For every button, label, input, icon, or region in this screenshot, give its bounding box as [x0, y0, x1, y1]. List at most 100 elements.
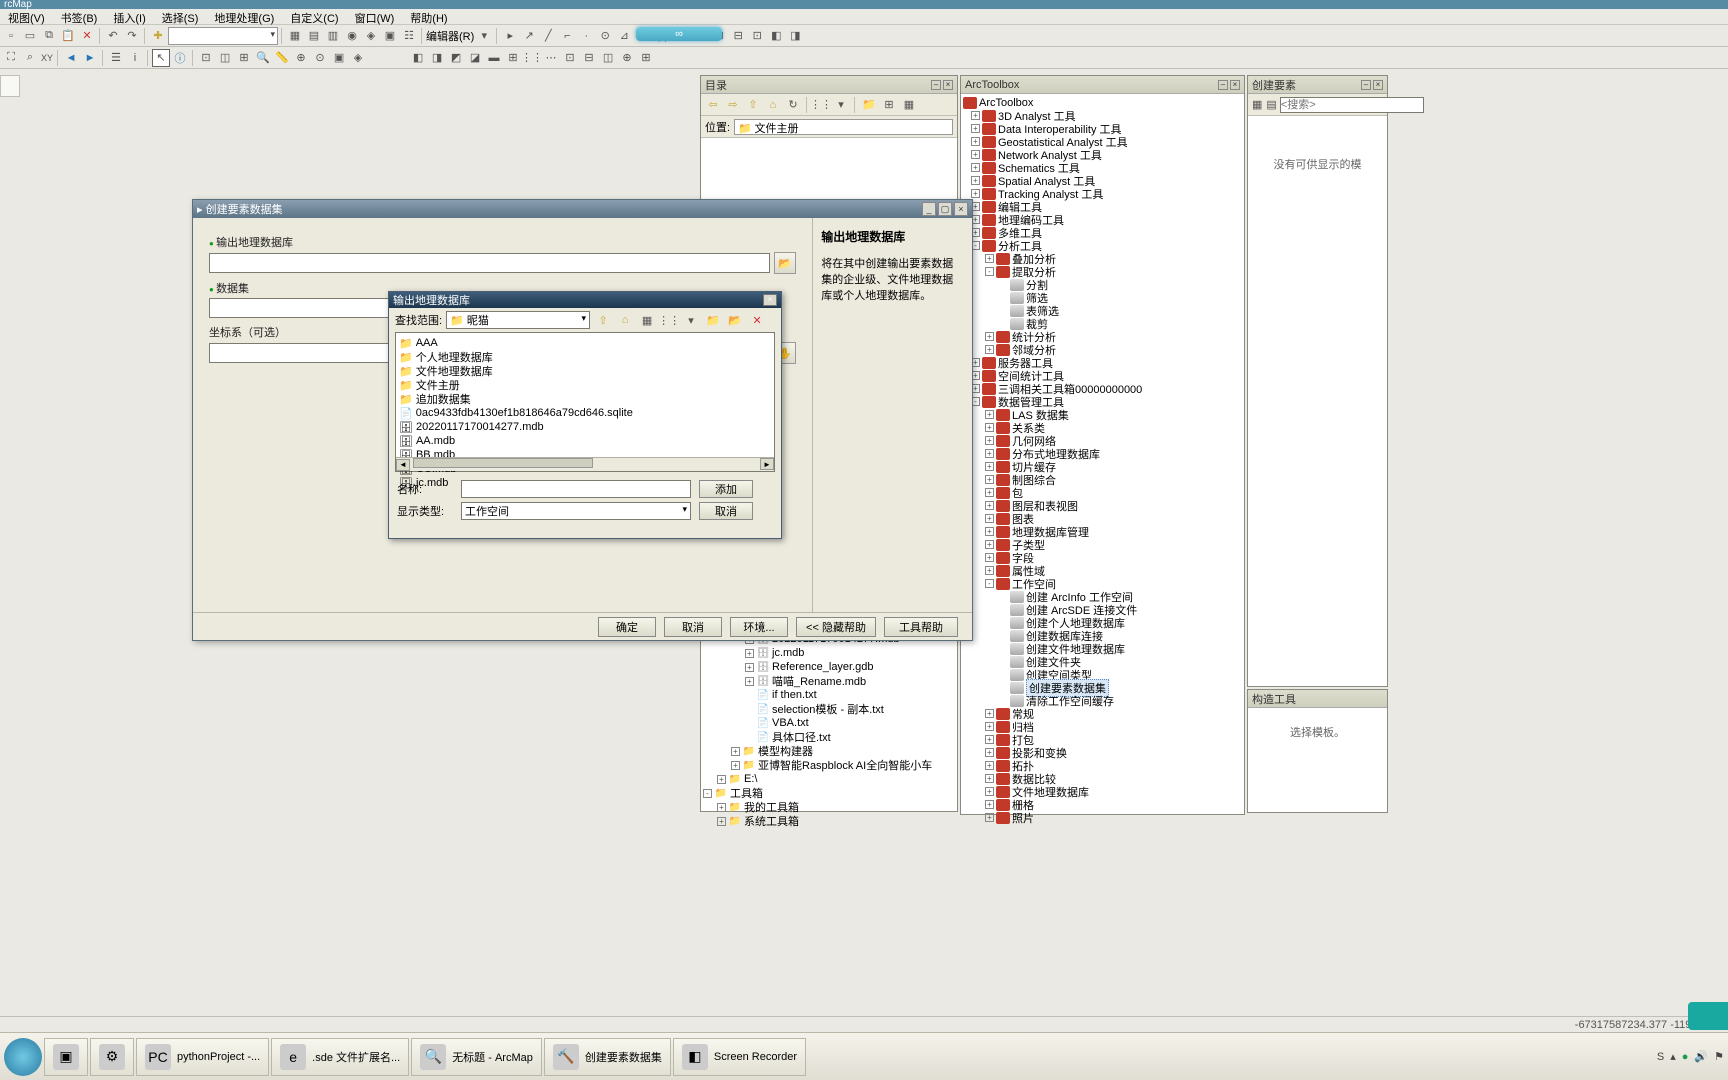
- up-icon[interactable]: ⇧: [744, 96, 762, 114]
- browse-item[interactable]: 📁个人地理数据库: [399, 350, 599, 364]
- close-icon[interactable]: ×: [1230, 80, 1240, 90]
- tb-georef10-icon[interactable]: ⊟: [580, 49, 598, 67]
- tb-edit7-icon[interactable]: ⊿: [615, 27, 633, 45]
- toolbox-item[interactable]: +归档: [963, 720, 1242, 733]
- taskbar-app[interactable]: ◧Screen Recorder: [673, 1038, 806, 1076]
- tb-g5-icon[interactable]: ◈: [349, 49, 367, 67]
- tool-help-button[interactable]: 工具帮助: [884, 617, 958, 637]
- fwd-icon[interactable]: ⇨: [724, 96, 742, 114]
- toolbox-item[interactable]: +常规: [963, 707, 1242, 720]
- tray-icon[interactable]: ▴: [1670, 1050, 1676, 1063]
- explorer-button[interactable]: ▣: [44, 1038, 88, 1076]
- toolbox-item[interactable]: 分割: [963, 278, 1242, 291]
- menu-insert[interactable]: 插入(I): [105, 9, 153, 24]
- tb-open-icon[interactable]: ▭: [21, 27, 39, 45]
- browse-item[interactable]: 🗄20220117170014277.mdb: [399, 420, 599, 434]
- toolbox-item[interactable]: 裁剪: [963, 317, 1242, 330]
- tb-copy-icon[interactable]: ⧉: [40, 27, 58, 45]
- toolbox-item[interactable]: +地理数据库管理: [963, 525, 1242, 538]
- tb-edit4-icon[interactable]: ⌐: [558, 27, 576, 45]
- tb-time-icon[interactable]: ⊙: [311, 49, 329, 67]
- tray-icon[interactable]: ⚑: [1714, 1050, 1724, 1063]
- menu-customize[interactable]: 自定义(C): [282, 9, 346, 24]
- xy-label[interactable]: XY: [40, 49, 54, 67]
- dd-icon[interactable]: ▾: [832, 96, 850, 114]
- tb-meas-icon[interactable]: 📏: [273, 49, 291, 67]
- tb-edit1-icon[interactable]: ▸: [501, 27, 519, 45]
- browse-item[interactable]: 📁AAA: [399, 336, 599, 350]
- location-dropdown[interactable]: 📁 文件主册: [734, 119, 953, 135]
- tb-toolbox-icon[interactable]: ◈: [362, 27, 380, 45]
- catalog-item[interactable]: +🗄喵喵_Rename.mdb: [703, 674, 955, 688]
- tb-edit2-icon[interactable]: ↗: [520, 27, 538, 45]
- scroll-left-icon[interactable]: ◄: [396, 459, 410, 471]
- toolbox-item[interactable]: +叠加分析: [963, 252, 1242, 265]
- toolbox-item[interactable]: +投影和变换: [963, 746, 1242, 759]
- cancel-button[interactable]: 取消: [699, 502, 753, 520]
- up-icon[interactable]: ⇧: [594, 311, 612, 329]
- close-icon[interactable]: ×: [763, 294, 777, 306]
- home-icon[interactable]: ⌂: [616, 311, 634, 329]
- opt-icon[interactable]: ▦: [900, 96, 918, 114]
- tb-delete-icon[interactable]: ✕: [78, 27, 96, 45]
- toolbox-item[interactable]: +切片缓存: [963, 460, 1242, 473]
- tb-g3-icon[interactable]: ⊞: [235, 49, 253, 67]
- gis-icon[interactable]: ▦: [638, 311, 656, 329]
- toggle-icon[interactable]: ⊞: [880, 96, 898, 114]
- toolbox-item[interactable]: +照片: [963, 811, 1242, 824]
- taskbar-app[interactable]: PCpythonProject -...: [136, 1038, 269, 1076]
- environments-button[interactable]: 环境...: [730, 617, 788, 637]
- toolbox-item[interactable]: +关系类: [963, 421, 1242, 434]
- menu-geoprocessing[interactable]: 地理处理(G): [206, 9, 282, 24]
- home-icon[interactable]: ⌂: [764, 96, 782, 114]
- templates-icon[interactable]: ▦: [1251, 96, 1263, 114]
- tb-hyper-icon[interactable]: ⊕: [292, 49, 310, 67]
- catalog-item[interactable]: -📁工具箱: [703, 786, 955, 800]
- add-button[interactable]: 添加: [699, 480, 753, 498]
- start-button[interactable]: [4, 1038, 42, 1076]
- tb-georef4-icon[interactable]: ◪: [466, 49, 484, 67]
- tb-edit5-icon[interactable]: ·: [577, 27, 595, 45]
- menu-help[interactable]: 帮助(H): [402, 9, 455, 24]
- toolbox-item[interactable]: +图表: [963, 512, 1242, 525]
- arctoolbox-tree[interactable]: ArcToolbox +3D Analyst 工具+Data Interoper…: [961, 94, 1244, 826]
- catalog-item[interactable]: 📄selection模板 - 副本.txt: [703, 702, 955, 716]
- filter-icon[interactable]: ▤: [1265, 96, 1277, 114]
- tb-edit3-icon[interactable]: ╱: [539, 27, 557, 45]
- tb-undo-icon[interactable]: ↶: [104, 27, 122, 45]
- tb-georef7-icon[interactable]: ⋮⋮: [523, 49, 541, 67]
- connect-icon[interactable]: 📂: [726, 311, 744, 329]
- tb-drop-icon[interactable]: ▾: [475, 27, 493, 45]
- browse-file-list[interactable]: 📁AAA📁个人地理数据库📁文件地理数据库📁文件主册📁追加数据集📄0ac9433f…: [395, 332, 775, 472]
- tb-edit16-icon[interactable]: ◨: [786, 27, 804, 45]
- tb-toc-icon[interactable]: ▤: [305, 27, 323, 45]
- catalog-item[interactable]: +📁亚博智能Raspblock AI全向智能小车: [703, 758, 955, 772]
- document-tab[interactable]: [0, 75, 20, 97]
- close-icon[interactable]: ×: [1373, 80, 1383, 90]
- tb-georef2-icon[interactable]: ◨: [428, 49, 446, 67]
- toolbox-item[interactable]: 创建文件夹: [963, 655, 1242, 668]
- hide-help-button[interactable]: << 隐藏帮助: [796, 617, 876, 637]
- tb-paste-icon[interactable]: 📋: [59, 27, 77, 45]
- toolbox-item[interactable]: +文件地理数据库: [963, 785, 1242, 798]
- toolbox-item[interactable]: +字段: [963, 551, 1242, 564]
- scroll-thumb[interactable]: [413, 458, 593, 468]
- catalog-item[interactable]: +🗄Reference_layer.gdb: [703, 660, 955, 674]
- toolbox-item[interactable]: +子类型: [963, 538, 1242, 551]
- cancel-button[interactable]: 取消: [664, 617, 722, 637]
- toolbox-item[interactable]: 筛选: [963, 291, 1242, 304]
- tb-pan-icon[interactable]: ☰: [107, 49, 125, 67]
- close-icon[interactable]: ×: [943, 80, 953, 90]
- views-icon[interactable]: ⋮⋮: [660, 311, 678, 329]
- toolbox-item[interactable]: -数据管理工具: [963, 395, 1242, 408]
- browse-item[interactable]: 📁追加数据集: [399, 392, 599, 406]
- tb-georef13-icon[interactable]: ⊞: [637, 49, 655, 67]
- toolbox-item[interactable]: +制图综合: [963, 473, 1242, 486]
- toolbox-item[interactable]: 表筛选: [963, 304, 1242, 317]
- tray-icon[interactable]: ●: [1682, 1051, 1689, 1063]
- ok-button[interactable]: 确定: [598, 617, 656, 637]
- menu-view[interactable]: 视图(V): [0, 9, 53, 24]
- toolbox-item[interactable]: +打包: [963, 733, 1242, 746]
- browse-item[interactable]: 📄0ac9433fdb4130ef1b818646a79cd646.sqlite: [399, 406, 599, 420]
- tb-redo-icon[interactable]: ↷: [123, 27, 141, 45]
